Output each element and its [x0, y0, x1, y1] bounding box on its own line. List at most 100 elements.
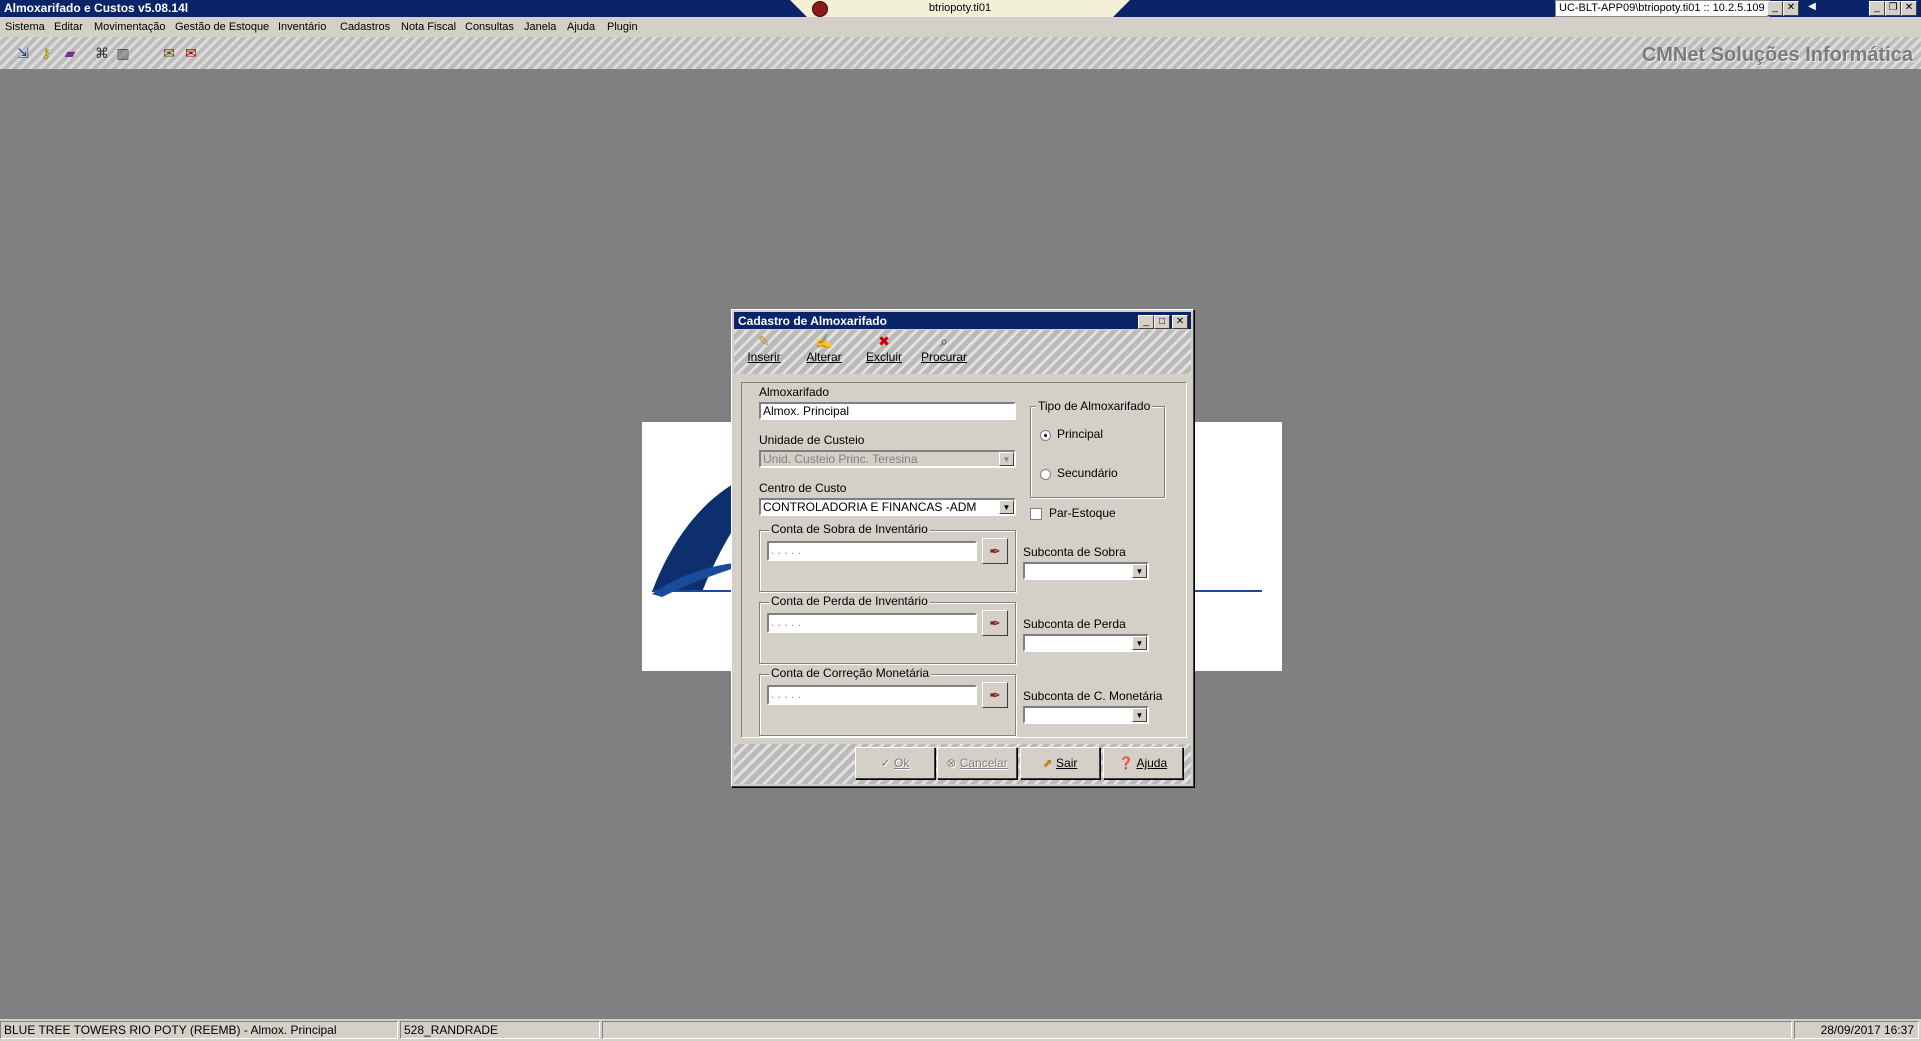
- unidade-custeio-label: Unidade de Custeio: [759, 433, 865, 447]
- search-button[interactable]: ⌕ Procurar: [914, 330, 974, 374]
- mail-icon[interactable]: ✉: [160, 44, 178, 62]
- exit-icon: ⬈: [1042, 756, 1053, 770]
- app-restore-icon[interactable]: ❐: [1885, 1, 1901, 16]
- rdp-connection-bar[interactable]: btriopoty.ti01: [790, 0, 1130, 17]
- key-icon[interactable]: ⚷: [37, 44, 55, 62]
- app-close-icon[interactable]: ✕: [1901, 1, 1917, 16]
- delete-icon: ✖: [878, 333, 890, 349]
- unidade-custeio-value: Unid. Custeio Princ. Teresina: [763, 452, 918, 466]
- centro-custo-label: Centro de Custo: [759, 481, 847, 495]
- delete-button[interactable]: ✖ Excluir: [854, 330, 914, 374]
- subconta-perda-select[interactable]: ▼: [1023, 634, 1149, 652]
- chevron-down-icon[interactable]: ▼: [999, 452, 1014, 466]
- app-minimize-icon[interactable]: _: [1869, 1, 1885, 16]
- par-estoque-checkbox[interactable]: [1030, 508, 1042, 520]
- rdp-title: btriopoty.ti01: [928, 2, 992, 14]
- brand-logo-text: CMNet Soluções Informática: [1641, 44, 1913, 66]
- connection-info: UC-BLT-APP09\btriopoty.ti01 :: 10.2.5.10…: [1555, 0, 1770, 17]
- almoxarifado-label: Almoxarifado: [759, 385, 830, 399]
- insert-icon: ✎: [758, 333, 770, 349]
- arrow-left-icon[interactable]: ◀: [1805, 1, 1819, 14]
- tipo-secundario-radio[interactable]: [1040, 469, 1051, 480]
- building-icon[interactable]: ▥: [114, 44, 132, 62]
- help-label: Ajuda: [1136, 756, 1168, 770]
- tipo-principal-radio[interactable]: [1040, 430, 1051, 441]
- conta-sobra-input[interactable]: . . . . .: [767, 541, 977, 561]
- tipo-secundario-label[interactable]: Secundário: [1057, 466, 1118, 480]
- edit-button[interactable]: ✍ Alterar: [794, 330, 854, 374]
- conta-sobra-group: [759, 530, 1016, 592]
- subconta-sobra-select[interactable]: ▼: [1023, 562, 1149, 580]
- menu-movimentacao[interactable]: Movimentação: [94, 21, 166, 33]
- menu-nota-fiscal[interactable]: Nota Fiscal: [401, 21, 456, 33]
- chevron-down-icon[interactable]: ▼: [1132, 708, 1147, 722]
- tipo-almoxarifado-title: Tipo de Almoxarifado: [1036, 399, 1153, 413]
- conta-correcao-group: [759, 674, 1016, 736]
- network-icon[interactable]: ⌘: [93, 44, 111, 62]
- insert-button[interactable]: ✎ Inserir: [734, 330, 794, 374]
- conta-sobra-title: Conta de Sobra de Inventário: [769, 522, 930, 536]
- menu-plugin[interactable]: Plugin: [607, 21, 638, 33]
- exit-label: Sair: [1056, 756, 1078, 770]
- subconta-correcao-select[interactable]: ▼: [1023, 706, 1149, 724]
- app-title: Almoxarifado e Custos v5.08.14l: [4, 1, 189, 15]
- close-icon[interactable]: ✕: [1783, 1, 1799, 16]
- centro-custo-select[interactable]: CONTROLADORIA E FINANCAS -ADM ▼: [759, 498, 1016, 516]
- dialog-title: Cadastro de Almoxarifado: [738, 314, 887, 328]
- conta-perda-input[interactable]: . . . . .: [767, 613, 977, 633]
- status-datetime: 28/09/2017 16:37: [1794, 1021, 1919, 1039]
- menu-editar[interactable]: Editar: [54, 21, 83, 33]
- ok-button[interactable]: ✓ Ok: [855, 747, 935, 779]
- help-button[interactable]: ❓ Ajuda: [1103, 747, 1183, 779]
- book-icon[interactable]: ▰: [61, 44, 79, 62]
- menu-ajuda[interactable]: Ajuda: [567, 21, 595, 33]
- menu-inventario[interactable]: Inventário: [278, 21, 326, 33]
- ok-label: Ok: [894, 756, 910, 770]
- conta-sobra-picker-icon[interactable]: ✒: [982, 538, 1008, 564]
- menu-cadastros[interactable]: Cadastros: [340, 21, 390, 33]
- dialog-close-icon[interactable]: ✕: [1172, 315, 1188, 329]
- menu-janela[interactable]: Janela: [524, 21, 556, 33]
- menu-sistema[interactable]: Sistema: [5, 21, 45, 33]
- mail-send-icon[interactable]: ✉: [182, 44, 200, 62]
- conta-correcao-input[interactable]: . . . . .: [767, 685, 977, 705]
- tipo-principal-label[interactable]: Principal: [1057, 427, 1103, 441]
- status-company: BLUE TREE TOWERS RIO POTY (REEMB) - Almo…: [0, 1021, 398, 1039]
- par-estoque-label[interactable]: Par-Estoque: [1049, 506, 1116, 520]
- exit-door-icon[interactable]: ⇲: [14, 44, 32, 62]
- dialog-maximize-icon[interactable]: □: [1154, 315, 1170, 329]
- subconta-correcao-label: Subconta de C. Monetária: [1023, 689, 1163, 703]
- menu-gestao-estoque[interactable]: Gestão de Estoque: [175, 21, 269, 33]
- chevron-down-icon[interactable]: ▼: [999, 500, 1014, 514]
- edit-label: Alterar: [806, 350, 842, 364]
- check-icon: ✓: [880, 756, 891, 770]
- subconta-perda-label: Subconta de Perda: [1023, 617, 1126, 631]
- main-toolbar: [0, 37, 1921, 70]
- conta-perda-title: Conta de Perda de Inventário: [769, 594, 930, 608]
- help-icon: ❓: [1118, 756, 1134, 770]
- conta-perda-picker-icon[interactable]: ✒: [982, 610, 1008, 636]
- conta-correcao-title: Conta de Correção Monetária: [769, 666, 932, 680]
- minimize-icon[interactable]: _: [1767, 1, 1783, 16]
- tipo-almoxarifado-group: [1030, 406, 1165, 498]
- exit-button[interactable]: ⬈ Sair: [1020, 747, 1100, 779]
- subconta-sobra-label: Subconta de Sobra: [1023, 545, 1126, 559]
- centro-custo-value: CONTROLADORIA E FINANCAS -ADM: [763, 500, 977, 514]
- cadastro-almoxarifado-dialog: Cadastro de Almoxarifado _ □ ✕ ✎ Inserir…: [731, 309, 1194, 787]
- cancel-button[interactable]: ⊗ Cancelar: [937, 747, 1017, 779]
- delete-label: Excluir: [865, 350, 902, 364]
- chevron-down-icon[interactable]: ▼: [1132, 636, 1147, 650]
- almoxarifado-input[interactable]: Almox. Principal: [759, 402, 1016, 420]
- insert-label: Inserir: [747, 350, 781, 364]
- status-empty: [602, 1021, 1792, 1039]
- conta-correcao-picker-icon[interactable]: ✒: [982, 682, 1008, 708]
- dialog-minimize-icon[interactable]: _: [1138, 315, 1154, 329]
- cancel-label: Cancelar: [959, 756, 1008, 770]
- menu-consultas[interactable]: Consultas: [465, 21, 514, 33]
- cancel-icon: ⊗: [946, 756, 957, 770]
- unidade-custeio-select[interactable]: Unid. Custeio Princ. Teresina ▼: [759, 450, 1016, 468]
- search-icon: ⌕: [940, 333, 948, 349]
- status-user: 528_RANDRADE: [400, 1021, 600, 1039]
- chevron-down-icon[interactable]: ▼: [1132, 564, 1147, 578]
- edit-icon: ✍: [815, 333, 833, 349]
